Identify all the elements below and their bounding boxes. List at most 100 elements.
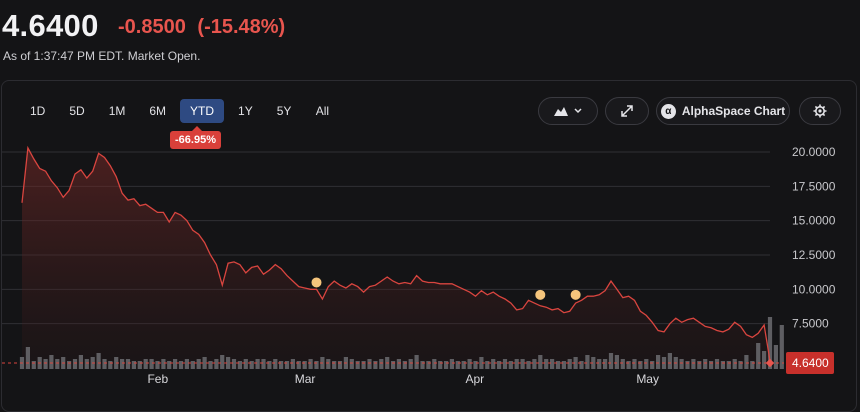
volume-bar [685, 361, 690, 369]
volume-bar [72, 359, 78, 369]
volume-bar [284, 361, 290, 369]
volume-bar [667, 353, 672, 369]
volume-bar [473, 361, 478, 369]
volume-bar [102, 359, 107, 369]
volume-bar [237, 361, 242, 369]
y-axis-tick-label: 7.5000 [792, 317, 829, 331]
volume-bar [544, 359, 549, 369]
volume-bar [773, 345, 778, 369]
last-price-label: 4.6400 [792, 356, 829, 370]
volume-bar [626, 361, 631, 369]
volume-bar [337, 361, 343, 369]
volume-bar [220, 355, 225, 369]
volume-bar [373, 361, 378, 369]
volume-bar [732, 359, 737, 369]
volume-bar [125, 359, 131, 369]
volume-bar [467, 359, 472, 369]
volume-bar [508, 361, 513, 369]
volume-bar [137, 361, 142, 369]
volume-bar [608, 353, 614, 369]
volume-bar [43, 359, 48, 369]
chart-panel: 1D 5D 1M 6M YTD 1Y 5Y All -66.95% α Alph… [1, 80, 857, 412]
volume-bar [744, 355, 749, 369]
volume-bar [290, 359, 295, 369]
volume-bar [414, 355, 419, 369]
volume-bar [196, 359, 201, 369]
volume-bar [620, 359, 625, 369]
volume-bar [261, 359, 266, 369]
volume-bar [296, 361, 301, 369]
volume-bar [255, 359, 260, 369]
volume-bar [697, 361, 702, 369]
volume-bar [49, 355, 54, 369]
volume-bar [703, 359, 708, 369]
volume-bar [308, 359, 313, 369]
volume-bar [579, 361, 584, 369]
volume-bar [178, 361, 184, 369]
volume-bar [750, 361, 755, 369]
volume-bar [444, 361, 449, 369]
volume-bar [762, 351, 767, 369]
volume-bar [326, 359, 331, 369]
price-change-percent: (-15.48%) [197, 16, 286, 38]
event-marker [311, 277, 322, 288]
volume-bar [738, 361, 743, 369]
volume-bar [426, 361, 431, 369]
volume-bar [314, 361, 319, 369]
volume-bar [349, 359, 354, 369]
volume-bar [273, 359, 278, 369]
volume-bar [143, 359, 148, 369]
volume-bar [567, 359, 572, 369]
volume-bar [396, 359, 401, 369]
volume-bar [497, 361, 502, 369]
volume-bar [632, 359, 637, 369]
y-axis-tick-label: 15.0000 [792, 214, 836, 228]
volume-bar [367, 359, 372, 369]
volume-bar [603, 359, 608, 369]
volume-bar [561, 361, 566, 369]
volume-bar [279, 361, 284, 369]
volume-bar [184, 359, 189, 369]
quote-price: 4.6400 [2, 8, 99, 43]
market-status-text: As of 1:37:47 PM EDT. Market Open. [3, 49, 201, 63]
volume-bar [161, 359, 166, 369]
volume-bar [714, 359, 720, 369]
event-marker [570, 289, 581, 300]
volume-bar [84, 359, 89, 369]
volume-bar [391, 361, 396, 369]
y-axis-tick-label: 17.5000 [792, 179, 836, 193]
volume-bar [249, 361, 254, 369]
volume-bar [243, 359, 248, 369]
volume-bar [55, 359, 60, 369]
volume-bar [691, 359, 696, 369]
volume-bar [597, 359, 602, 369]
volume-bar [756, 343, 761, 369]
volume-bar [108, 361, 113, 369]
volume-bar [78, 355, 83, 369]
volume-bar [779, 325, 784, 369]
volume-bar [173, 359, 178, 369]
volume-bar [332, 361, 337, 369]
volume-bar [644, 359, 649, 369]
volume-bar [656, 355, 661, 369]
volume-bar [485, 361, 490, 369]
volume-bar [402, 361, 407, 369]
volume-bar [491, 359, 496, 369]
event-marker [535, 289, 546, 300]
volume-bar [526, 361, 531, 369]
volume-bar [361, 361, 366, 369]
price-change: -0.8500 [118, 16, 186, 38]
volume-bar [502, 359, 508, 369]
volume-bar [720, 361, 725, 369]
volume-bar [520, 359, 525, 369]
volume-bar [438, 361, 443, 369]
price-chart[interactable]: 20.0000 17.5000 15.0000 12.5000 10.0000 7.500… [2, 81, 856, 403]
volume-bar [585, 355, 590, 369]
y-axis-tick-label: 20.0000 [792, 145, 836, 159]
volume-bar [267, 361, 272, 369]
volume-bar [408, 359, 413, 369]
y-axis-tick-label: 12.5000 [792, 248, 836, 262]
x-axis-month-label: May [636, 372, 659, 386]
volume-bar [96, 353, 101, 369]
volume-bar [709, 361, 714, 369]
